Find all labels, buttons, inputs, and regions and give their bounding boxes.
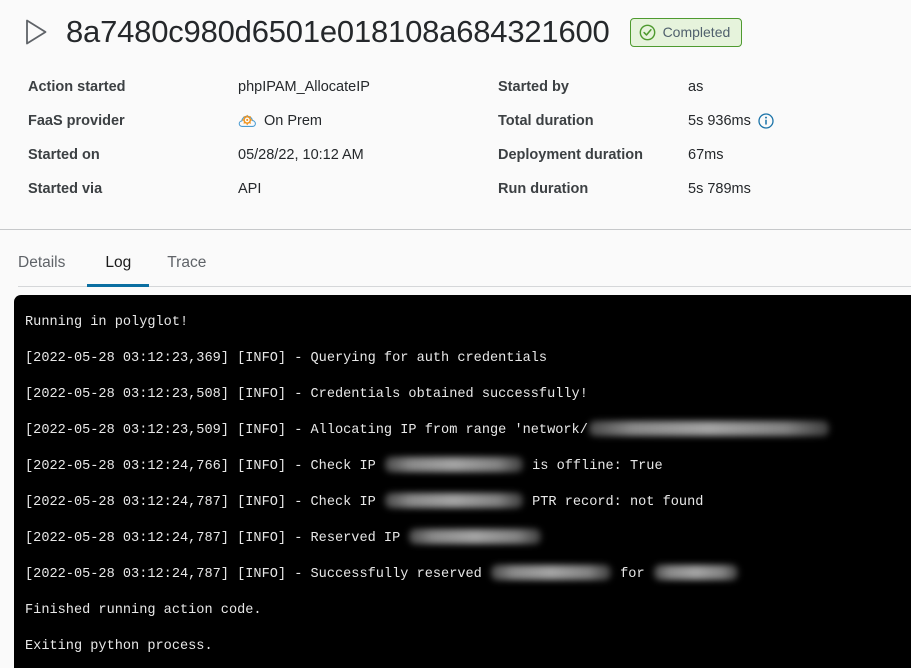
log-line: Running in polyglot! <box>14 305 911 341</box>
meta-value-total-duration-text: 5s 936ms <box>688 113 751 129</box>
meta-label-started-by: Started by <box>498 79 569 95</box>
header-divider <box>0 229 911 230</box>
run-metadata-grid: Action started phpIPAM_AllocateIP Starte… <box>0 56 911 206</box>
log-line: Finished running action code. <box>14 593 911 629</box>
log-line-text: for <box>611 567 653 582</box>
meta-value-faas-provider-text: On Prem <box>264 113 323 129</box>
meta-label-action-started: Action started <box>28 79 126 95</box>
meta-value-started-by: as <box>688 70 911 104</box>
redacted-text <box>588 420 829 436</box>
meta-value-action-started-text: phpIPAM_AllocateIP <box>238 79 370 95</box>
status-badge: Completed <box>629 17 743 47</box>
tab-log[interactable]: Log <box>87 250 150 287</box>
page-header: 8a7480c980d6501e018108a684321600 Complet… <box>0 0 911 56</box>
play-triangle-icon <box>26 19 47 45</box>
log-line-text: Exiting python process. <box>25 639 213 654</box>
tab-details[interactable]: Details <box>18 250 87 287</box>
status-badge-label: Completed <box>662 24 731 40</box>
log-line-text: [2022-05-28 03:12:23,369] [INFO] - Query… <box>25 351 548 366</box>
log-line: Exiting python process. <box>14 629 911 665</box>
log-line-text: PTR record: not found <box>523 495 704 510</box>
log-line: [2022-05-28 03:12:23,369] [INFO] - Query… <box>14 341 911 377</box>
log-line-text: Running in polyglot! <box>25 315 189 330</box>
log-line: [2022-05-28 03:12:24,787] [INFO] - Reser… <box>14 521 911 557</box>
log-line-text: [2022-05-28 03:12:24,766] [INFO] - Check… <box>25 459 384 474</box>
meta-value-run-duration: 5s 789ms <box>688 172 911 206</box>
page-title: 8a7480c980d6501e018108a684321600 <box>66 14 610 49</box>
meta-value-faas-provider: On Prem <box>238 104 498 138</box>
log-line: [2022-05-28 03:12:24,766] [INFO] - Check… <box>14 449 911 485</box>
meta-value-run-duration-text: 5s 789ms <box>688 181 751 197</box>
log-line-text: [2022-05-28 03:12:24,787] [INFO] - Reser… <box>25 531 409 546</box>
meta-value-started-via-text: API <box>238 181 262 197</box>
log-line: [2022-05-28 03:12:24,787] [INFO] - Succe… <box>14 557 911 593</box>
check-circle-icon <box>639 24 655 40</box>
redacted-text <box>653 564 738 580</box>
tabs-bar: Details Log Trace <box>0 250 911 287</box>
redacted-text <box>409 528 542 544</box>
cloud-gear-icon <box>238 114 256 127</box>
log-console[interactable]: Running in polyglot! [2022-05-28 03:12:23… <box>14 295 911 668</box>
meta-value-deployment-duration-text: 67ms <box>688 147 724 163</box>
meta-label-run-duration: Run duration <box>498 181 589 197</box>
log-line-text: [2022-05-28 03:12:24,787] [INFO] - Check… <box>25 495 384 510</box>
tab-list: Details Log Trace <box>18 250 911 287</box>
redacted-text <box>384 456 523 472</box>
meta-label-total-duration: Total duration <box>498 113 594 129</box>
meta-label-started-via: Started via <box>28 181 103 197</box>
meta-value-deployment-duration: 67ms <box>688 138 911 172</box>
log-line-text: Finished running action code. <box>25 603 262 618</box>
tab-trace[interactable]: Trace <box>149 250 224 287</box>
meta-label-faas-provider: FaaS provider <box>28 113 125 129</box>
meta-value-started-by-text: as <box>688 79 704 95</box>
action-run-detail-page: 8a7480c980d6501e018108a684321600 Complet… <box>0 0 911 668</box>
log-line: [2022-05-28 03:12:23,509] [INFO] - Alloc… <box>14 413 911 449</box>
meta-value-action-started: phpIPAM_AllocateIP <box>238 70 498 104</box>
log-line: [2022-05-28 03:12:24,787] [INFO] - Check… <box>14 485 911 521</box>
log-line-text: [2022-05-28 03:12:24,787] [INFO] - Succe… <box>25 567 490 582</box>
redacted-text <box>384 492 523 508</box>
meta-value-started-on: 05/28/22, 10:12 AM <box>238 138 498 172</box>
meta-value-total-duration: 5s 936ms <box>688 104 911 138</box>
meta-value-started-via: API <box>238 172 498 206</box>
info-circle-icon[interactable] <box>758 113 774 129</box>
meta-value-started-on-text: 05/28/22, 10:12 AM <box>238 147 364 163</box>
log-line-text: [2022-05-28 03:12:23,509] [INFO] - Alloc… <box>25 423 588 438</box>
log-line-text: [2022-05-28 03:12:23,508] [INFO] - Crede… <box>25 387 588 402</box>
log-line-text: is offline: True <box>523 459 663 474</box>
log-line: [2022-05-28 03:12:23,508] [INFO] - Crede… <box>14 377 911 413</box>
meta-label-started-on: Started on <box>28 147 100 163</box>
meta-label-deployment-duration: Deployment duration <box>498 147 644 163</box>
redacted-text <box>490 564 611 580</box>
